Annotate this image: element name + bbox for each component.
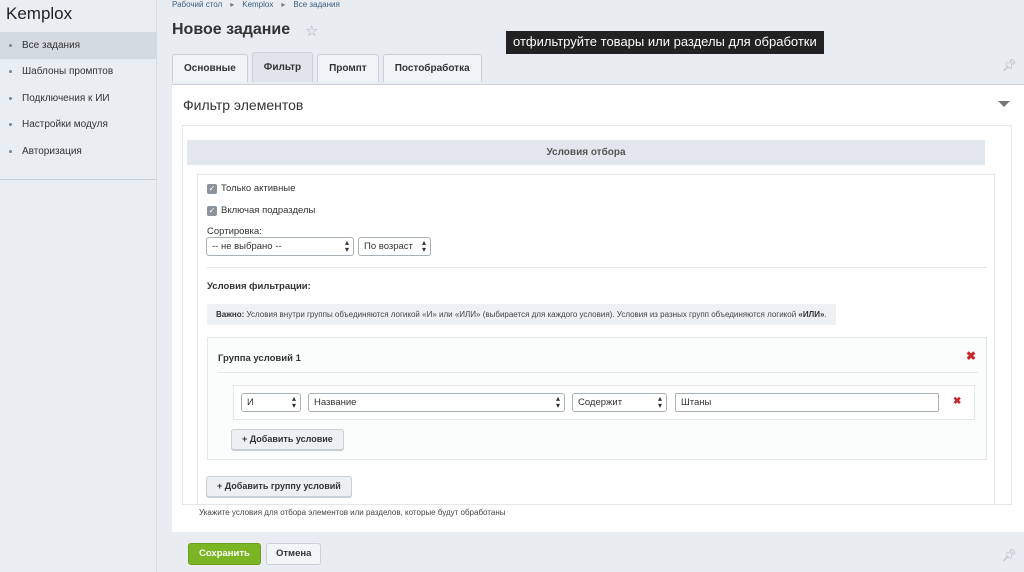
breadcrumb: Рабочий стол ▸ Kemplox ▸ Все задания (172, 0, 340, 9)
tab-filter[interactable]: Фильтр (251, 52, 314, 82)
sidebar-item-module-settings[interactable]: Настройки модуля (0, 112, 157, 139)
save-button[interactable]: Сохранить (188, 543, 261, 565)
panel-title: Фильтр элементов (183, 97, 304, 113)
tooltip: отфильтруйте товары или разделы для обра… (506, 31, 824, 54)
select-value: -- не выбрано -- (212, 241, 282, 252)
select-arrows-icon: ▴ ▾ (291, 394, 296, 410)
add-condition-button[interactable]: + Добавить условие (231, 429, 344, 450)
select-value: И (247, 397, 254, 408)
sidebar-item-label: Шаблоны промптов (22, 66, 114, 78)
note-important-label: Важно: (216, 310, 245, 319)
sidebar-item-label: Все задания (22, 39, 81, 51)
breadcrumb-item[interactable]: Kemplox (242, 0, 273, 9)
select-arrows-icon: ▴ ▾ (421, 238, 426, 254)
sidebar-item-authorization[interactable]: Авторизация (0, 138, 157, 165)
sort-label: Сортировка: (207, 226, 262, 237)
bullet-icon (9, 96, 12, 100)
filter-panel: Фильтр элементов Условия отбора ✓ Только… (172, 84, 1024, 532)
bullet-icon (9, 123, 12, 127)
add-group-button[interactable]: + Добавить группу условий (206, 476, 352, 497)
tab-prompt[interactable]: Промпт (317, 54, 379, 82)
note-end: . (824, 310, 827, 319)
filter-conditions-label: Условия фильтрации: (207, 281, 311, 292)
condition-field-select[interactable]: Название ▴ ▾ (308, 393, 565, 412)
note-text: Условия внутри группы объединяются логик… (244, 310, 799, 319)
condition-row: И ▴ ▾ Название ▴ ▾ Содержит ▴ ▾ Штаны ✖ (233, 385, 975, 420)
sort-field-select[interactable]: -- не выбрано -- ▴ ▾ (206, 237, 354, 256)
breadcrumb-item[interactable]: Все задания (293, 0, 339, 9)
only-active-checkbox-row[interactable]: ✓ Только активные (207, 183, 295, 194)
checkbox-label: Включая подразделы (221, 205, 316, 216)
app-logo: Kemplox (6, 4, 73, 23)
pin-icon[interactable]: 📌︎ (1002, 548, 1017, 562)
collapse-arrow-icon[interactable] (998, 101, 1010, 107)
note-or-label: «ИЛИ» (798, 310, 825, 319)
sidebar-item-all-tasks[interactable]: Все задания (0, 32, 157, 59)
bullet-icon (9, 43, 12, 47)
cancel-button[interactable]: Отмена (266, 543, 322, 565)
include-subsections-checkbox-row[interactable]: ✓ Включая подразделы (207, 205, 315, 216)
bullet-icon (9, 70, 12, 74)
select-arrows-icon: ▴ ▾ (657, 394, 662, 410)
star-icon[interactable]: ☆ (305, 22, 318, 40)
sidebar-item-prompt-templates[interactable]: Шаблоны промптов (0, 59, 157, 86)
delete-condition-icon[interactable]: ✖ (953, 396, 961, 407)
tab-postprocessing[interactable]: Постобработка (382, 54, 482, 82)
condition-group: Группа условий 1 ✖ И ▴ ▾ Название ▴ ▾ Соде… (207, 337, 987, 460)
chevron-right-icon: ▸ (281, 0, 286, 9)
conditions-box: ✓ Только активные ✓ Включая подразделы С… (197, 174, 995, 505)
tab-bar: Основные Фильтр Промпт Постобработка (172, 52, 482, 82)
breadcrumb-item[interactable]: Рабочий стол (172, 0, 222, 9)
delete-group-icon[interactable]: ✖ (966, 349, 976, 363)
sidebar-item-label: Подключения к ИИ (22, 92, 110, 104)
tab-main[interactable]: Основные (172, 54, 248, 82)
sidebar-item-label: Авторизация (22, 145, 82, 157)
important-note: Важно: Условия внутри группы объединяютс… (207, 304, 836, 325)
select-arrows-icon: ▴ ▾ (555, 394, 560, 410)
select-arrows-icon: ▴ ▾ (344, 238, 349, 254)
select-value: Название (314, 397, 357, 408)
divider (218, 372, 978, 373)
hint-text: Укажите условия для отбора элементов или… (199, 508, 506, 517)
condition-logic-select[interactable]: И ▴ ▾ (241, 393, 301, 412)
sidebar-item-ai-connections[interactable]: Подключения к ИИ (0, 85, 157, 112)
select-value: По возраст (364, 241, 413, 252)
sidebar: Kemplox Все задания Шаблоны промптов Под… (0, 0, 157, 572)
divider (207, 267, 987, 268)
condition-operator-select[interactable]: Содержит ▴ ▾ (572, 393, 667, 412)
checkbox-label: Только активные (221, 183, 296, 194)
pin-icon[interactable]: 📌︎ (1002, 58, 1017, 72)
bullet-icon (9, 149, 12, 153)
sidebar-item-label: Настройки модуля (22, 119, 108, 131)
footer-bar: Сохранить Отмена (157, 532, 1024, 572)
select-value: Содержит (578, 397, 623, 408)
checkbox-checked-icon[interactable]: ✓ (207, 205, 217, 216)
sidebar-menu: Все задания Шаблоны промптов Подключения… (0, 32, 157, 180)
sort-order-select[interactable]: По возраст ▴ ▾ (358, 237, 431, 256)
group-title: Группа условий 1 (218, 353, 301, 364)
page-title: Новое задание (172, 21, 291, 38)
section-header: Условия отбора (187, 140, 985, 165)
chevron-right-icon: ▸ (230, 0, 235, 9)
condition-value-input[interactable]: Штаны (675, 393, 939, 412)
checkbox-checked-icon[interactable]: ✓ (207, 183, 217, 194)
